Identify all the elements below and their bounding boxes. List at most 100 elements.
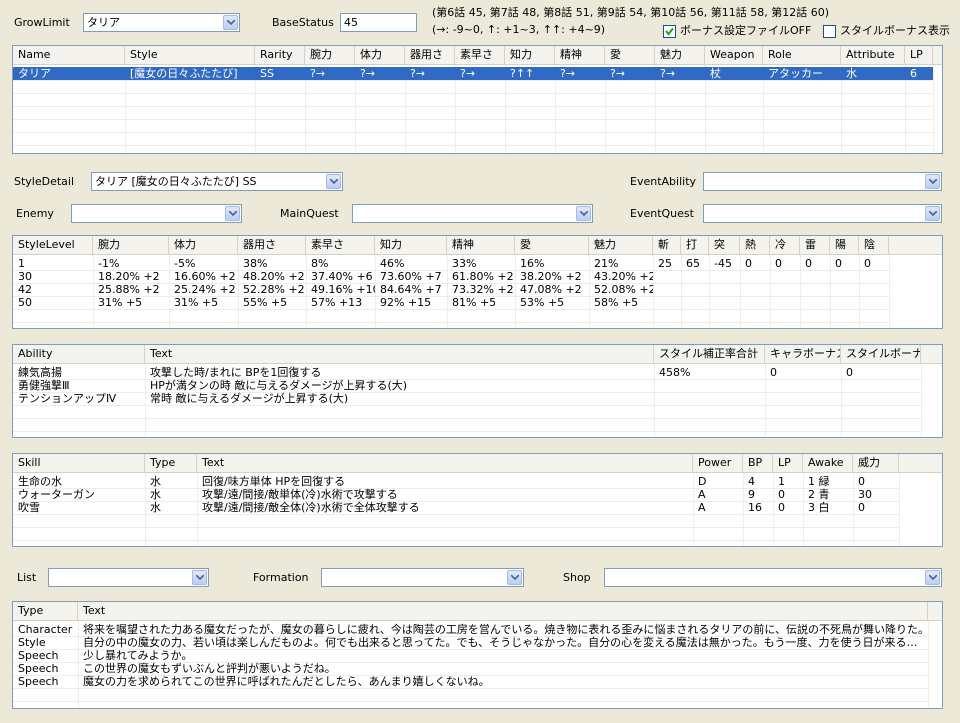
col-header-int[interactable]: 知力 — [505, 46, 555, 64]
style-detail-select[interactable]: タリア [魔女の日々ふたたび] SS — [91, 172, 343, 191]
col-header-awake[interactable]: Awake — [803, 454, 853, 472]
cell-mind: 81% +5 — [452, 296, 497, 309]
cell-dex: ?→ — [410, 67, 426, 80]
col-header-dex[interactable]: 器用さ — [238, 236, 306, 254]
base-status-label: BaseStatus — [272, 16, 334, 29]
col-header-ability[interactable]: Ability — [13, 345, 145, 363]
table-row[interactable]: 42 25.88% +2 25.24% +2 52.28% +2 49.16% … — [13, 283, 889, 296]
ability-table[interactable]: Ability Text スタイル補正率合計 キャラボーナス スタイルボーナス … — [12, 344, 943, 438]
base-status-input[interactable] — [340, 13, 417, 32]
table-row[interactable]: Speech 魔女の力を求められてこの世界に呼ばれたんだとしたら、あんまり嬉しく… — [13, 675, 928, 688]
col-header-str[interactable]: 腕力 — [93, 236, 169, 254]
col-header-type[interactable]: Type — [145, 454, 197, 472]
formation-select[interactable] — [321, 568, 524, 587]
col-header-name[interactable]: Name — [13, 46, 125, 64]
col-header-style-level[interactable]: StyleLevel — [13, 236, 93, 254]
grow-limit-select[interactable]: タリア — [83, 13, 240, 32]
col-header-style-rate-total[interactable]: スタイル補正率合計 — [654, 345, 765, 363]
col-header-str[interactable]: 腕力 — [305, 46, 355, 64]
col-header-mind[interactable]: 精神 — [447, 236, 515, 254]
table-row[interactable]: 30 18.20% +2 16.60% +2 48.20% +2 37.40% … — [13, 270, 889, 283]
chevron-down-icon[interactable] — [507, 570, 522, 585]
col-header-might[interactable]: 威力 — [853, 454, 899, 472]
col-header-thunder[interactable]: 雷 — [800, 236, 830, 254]
chevron-down-icon[interactable] — [225, 206, 240, 221]
col-header-text[interactable]: Text — [197, 454, 693, 472]
col-header-text[interactable]: Text — [145, 345, 654, 363]
col-header-agi[interactable]: 素早さ — [455, 46, 505, 64]
cell-int: 46% — [380, 257, 405, 270]
col-header-bp[interactable]: BP — [743, 454, 773, 472]
chevron-down-icon[interactable] — [223, 15, 238, 30]
table-row[interactable]: 50 31% +5 31% +5 55% +5 57% +13 92% +15 … — [13, 296, 889, 309]
col-header-slash[interactable]: 斬 — [653, 236, 681, 254]
skill-table[interactable]: Skill Type Text Power BP LP Awake 威力 生命の… — [12, 453, 943, 547]
chevron-down-icon[interactable] — [192, 570, 207, 585]
col-header-lp[interactable]: LP — [773, 454, 803, 472]
chevron-down-icon[interactable] — [326, 174, 341, 189]
col-header-sun[interactable]: 陽 — [830, 236, 859, 254]
col-header-shade[interactable]: 陰 — [859, 236, 889, 254]
event-quest-select[interactable] — [703, 204, 942, 223]
table-row[interactable]: Speech 少し暴れてみようか。 — [13, 649, 928, 662]
col-header-vit[interactable]: 体力 — [169, 236, 238, 254]
bonus-file-off-checkbox[interactable] — [663, 25, 676, 38]
col-header-attribute[interactable]: Attribute — [841, 46, 905, 64]
style-level-table[interactable]: StyleLevel 腕力 体力 器用さ 素早さ 知力 精神 愛 魅力 斬 打 … — [12, 235, 943, 329]
list-select[interactable] — [48, 568, 209, 587]
col-header-agi[interactable]: 素早さ — [306, 236, 375, 254]
table-row[interactable]: Character 将来を嘱望された力ある魔女だったが、魔女の暮らしに疲れ、今は… — [13, 623, 928, 636]
col-header-role[interactable]: Role — [763, 46, 841, 64]
table-row[interactable]: タリア [魔女の日々ふたたび] SS ?→ ?→ ?→ ?→ ?↑↑ ?→ ?→… — [13, 67, 933, 80]
col-header-type[interactable]: Type — [13, 602, 78, 620]
table-row[interactable]: ウォーターガン 水 攻撃/遠/間接/敵単体(冷)水術で攻撃する A 9 0 2 … — [13, 488, 899, 501]
col-header-pierce[interactable]: 突 — [709, 236, 740, 254]
col-header-love[interactable]: 愛 — [605, 46, 655, 64]
col-header-strike[interactable]: 打 — [681, 236, 709, 254]
cell-love: 53% +5 — [520, 296, 565, 309]
table-row[interactable]: 練気高揚 攻撃した時/まれに BPを1回復する 458% 0 0 — [13, 366, 921, 379]
cell-lp: 6 — [910, 67, 917, 80]
cell-int: 84.64% +7 — [380, 283, 442, 296]
style-table[interactable]: Name Style Rarity 腕力 体力 器用さ 素早さ 知力 精神 愛 … — [12, 45, 943, 154]
enemy-select[interactable] — [71, 204, 242, 223]
table-row[interactable]: Speech この世界の魔女もずいぶんと評判が悪いようだね。 — [13, 662, 928, 675]
col-header-rarity[interactable]: Rarity — [255, 46, 305, 64]
chevron-down-icon[interactable] — [925, 570, 940, 585]
event-ability-select[interactable] — [703, 172, 942, 191]
table-row[interactable]: テンションアップⅣ 常時 敵に与えるダメージが上昇する(大) — [13, 392, 921, 405]
table-row[interactable]: Style 自分の中の魔女の力、若い頃は楽しんだものよ。何でも出来ると思ってた。… — [13, 636, 928, 649]
base-status-field[interactable] — [341, 14, 416, 31]
style-bonus-checkbox[interactable] — [823, 25, 836, 38]
col-header-heat[interactable]: 熱 — [740, 236, 770, 254]
col-header-cold[interactable]: 冷 — [770, 236, 800, 254]
chevron-down-icon[interactable] — [576, 206, 591, 221]
table-row[interactable]: 生命の水 水 回復/味方単体 HPを回復する D 4 1 1 緑 0 — [13, 475, 899, 488]
col-header-love[interactable]: 愛 — [515, 236, 589, 254]
cell-love: ?→ — [610, 67, 626, 80]
cell-agi: 8% — [311, 257, 329, 270]
col-header-charm[interactable]: 魅力 — [655, 46, 705, 64]
col-header-lp[interactable]: LP — [905, 46, 933, 64]
shop-select[interactable] — [604, 568, 942, 587]
col-header-chara-bonus[interactable]: キャラボーナス — [765, 345, 841, 363]
col-header-dex[interactable]: 器用さ — [405, 46, 455, 64]
col-header-mind[interactable]: 精神 — [555, 46, 605, 64]
text-table[interactable]: Type Text Character 将来を嘱望された力ある魔女だったが、魔女… — [12, 601, 943, 709]
table-row[interactable]: 吹雪 水 攻撃/遠/間接/敵全体(冷)水術で全体攻撃する A 16 0 3 白 … — [13, 501, 899, 514]
table-row[interactable]: 1 -1% -5% 38% 8% 46% 33% 16% 21% 25 65 -… — [13, 257, 889, 270]
chevron-down-icon[interactable] — [925, 206, 940, 221]
col-header-vit[interactable]: 体力 — [355, 46, 405, 64]
main-quest-select[interactable] — [352, 204, 593, 223]
col-header-power[interactable]: Power — [693, 454, 743, 472]
col-header-text[interactable]: Text — [78, 602, 928, 620]
chevron-down-icon[interactable] — [925, 174, 940, 189]
col-header-skill[interactable]: Skill — [13, 454, 145, 472]
col-header-style[interactable]: Style — [125, 46, 255, 64]
col-header-weapon[interactable]: Weapon — [705, 46, 763, 64]
col-header-charm[interactable]: 魅力 — [589, 236, 653, 254]
table-row[interactable]: 勇健強撃Ⅲ HPが満タンの時 敵に与えるダメージが上昇する(大) — [13, 379, 921, 392]
grow-limit-label: GrowLimit — [14, 16, 70, 29]
col-header-int[interactable]: 知力 — [375, 236, 447, 254]
col-header-style-bonus[interactable]: スタイルボーナス — [841, 345, 921, 363]
